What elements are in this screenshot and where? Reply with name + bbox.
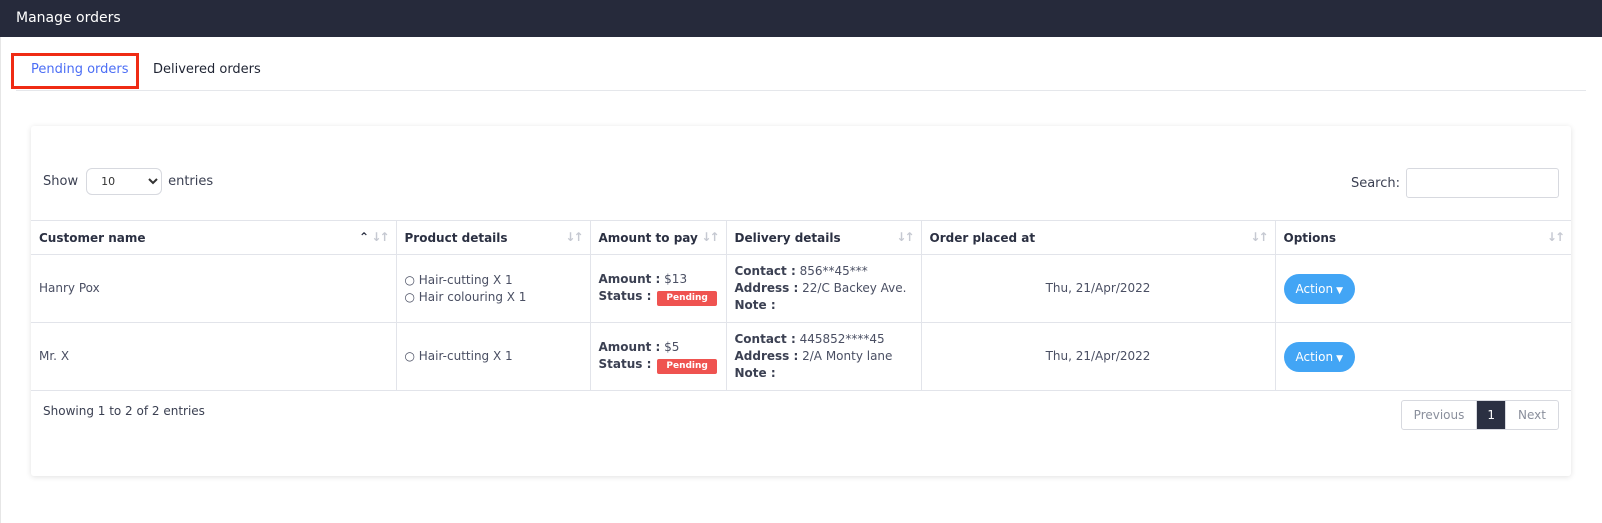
page-size-control: Show 10 entries [43,167,213,195]
sort-icon: ↓↑ [896,230,914,244]
caret-down-icon: ▼ [1336,285,1344,296]
column-header-amount[interactable]: Amount to pay ↓↑ [589,220,727,255]
action-button[interactable]: Action ▼ [1283,273,1356,304]
caret-down-icon: ▼ [1336,353,1344,364]
table-header-row: Customer name ⌃ ↓↑ Product details ↓↑ Am… [31,220,1571,255]
show-label: Show [43,173,79,189]
column-header-customer[interactable]: Customer name ⌃ ↓↑ [31,220,397,255]
contact-label: Contact : [734,332,796,346]
note-label: Note : [734,298,776,312]
product-item: ○ Hair-cutting X 1 [404,272,513,287]
amount-value: $5 [664,340,680,354]
page-size-select[interactable]: 10 [86,167,163,195]
amount-label: Amount : [598,340,661,354]
sort-asc-icon: ⌃ ↓↑ [358,230,389,244]
order-placed-at: Thu, 21/Apr/2022 [920,322,1276,391]
order-tabs: Pending orders Delivered orders [16,50,1586,91]
sort-icon: ↓↑ [565,230,583,244]
contact-value: 445852****45 [799,332,885,346]
column-header-delivery[interactable]: Delivery details ↓↑ [725,220,922,255]
options-cell: Action ▼ [1274,322,1571,391]
product-item: ○ Hair-cutting X 1 [404,349,513,363]
pagination: Previous 1 Next [1400,400,1559,430]
sort-icon: ↓↑ [1546,230,1565,244]
customer-name: Hanry Pox [31,254,397,323]
amount-label: Amount : [598,272,661,286]
delivery-details: Contact : 445852****45 Address : 2/A Mon… [725,322,922,391]
table-row: Hanry Pox ○ Hair-cutting X 1 ○ Hair colo… [31,254,1571,323]
status-label: Status : [598,357,652,371]
frame-border [0,37,1,523]
contact-label: Contact : [734,264,796,278]
amount-details: Amount : $5 Status : Pending [589,322,727,391]
previous-page-button[interactable]: Previous [1402,401,1478,429]
sort-icon: ↓↑ [701,230,719,244]
note-label: Note : [734,366,776,380]
search-input[interactable] [1406,168,1559,198]
next-page-button[interactable]: Next [1505,401,1558,429]
page-title: Manage orders [16,10,121,26]
status-badge: Pending [657,359,717,374]
pagination-info: Showing 1 to 2 of 2 entries [43,404,205,418]
amount-value: $13 [664,272,688,286]
customer-name: Mr. X [31,322,397,391]
options-cell: Action ▼ [1274,254,1571,323]
status-badge: Pending [657,291,717,306]
address-label: Address : [734,349,799,363]
table-row: Mr. X ○ Hair-cutting X 1 Amount : $5 Sta… [31,322,1571,391]
address-value: 2/A Monty lane [802,349,893,363]
product-details: ○ Hair-cutting X 1 [395,322,591,391]
search-label: Search: [1350,175,1400,191]
delivery-details: Contact : 856**45*** Address : 22/C Back… [725,254,922,323]
page-header: Manage orders [0,0,1602,37]
product-item: ○ Hair colouring X 1 [404,289,527,304]
address-label: Address : [734,281,799,295]
highlight-box [11,53,139,89]
column-header-placed-at[interactable]: Order placed at ↓↑ [920,220,1276,255]
action-button[interactable]: Action ▼ [1283,341,1356,372]
sort-icon: ↓↑ [1250,230,1268,244]
contact-value: 856**45*** [799,264,868,278]
orders-card: Show 10 entries Search: Customer name ⌃ … [31,126,1571,476]
status-label: Status : [598,289,652,303]
tab-delivered-orders[interactable]: Delivered orders [153,58,261,82]
column-header-options[interactable]: Options ↓↑ [1274,220,1571,255]
entries-label: entries [168,173,214,189]
product-details: ○ Hair-cutting X 1 ○ Hair colouring X 1 [395,254,591,323]
orders-table: Customer name ⌃ ↓↑ Product details ↓↑ Am… [31,220,1571,391]
search-control: Search: [1351,168,1559,198]
address-value: 22/C Backey Ave. [802,281,907,295]
order-placed-at: Thu, 21/Apr/2022 [920,254,1276,323]
column-header-product[interactable]: Product details ↓↑ [395,220,591,255]
page-1-button[interactable]: 1 [1477,401,1506,429]
amount-details: Amount : $13 Status : Pending [589,254,727,323]
